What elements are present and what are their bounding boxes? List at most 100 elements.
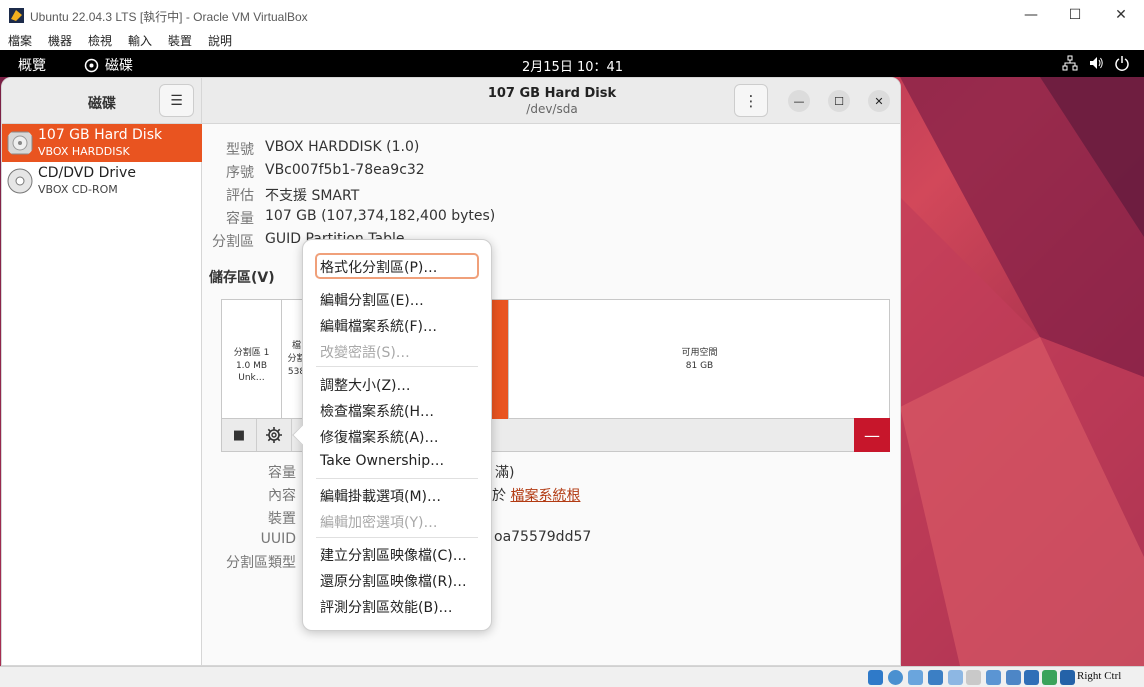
vt-x-icon[interactable]	[1024, 670, 1039, 685]
hard-disk-icon	[7, 131, 33, 155]
menu-input[interactable]: 輸入	[128, 32, 152, 49]
menu-item-restore-partition-image[interactable]: 還原分割區映像檔(R)…	[320, 571, 467, 591]
window-maximize-button[interactable]: ☐	[828, 90, 850, 112]
disks-app-icon	[84, 58, 99, 72]
drive-model: VBOX CD-ROM	[38, 183, 118, 196]
partition-1-segment[interactable]: 分割區 1 1.0 MB Unk…	[222, 300, 282, 420]
sidebar-header: 磁碟 ☰	[2, 78, 202, 124]
partition-1-name: 分割區 1	[233, 348, 270, 358]
system-tray[interactable]	[1062, 55, 1130, 71]
menu-file[interactable]: 檔案	[8, 32, 32, 49]
menu-item-format-partition[interactable]: 格式化分割區(P)…	[320, 257, 437, 277]
menu-devices[interactable]: 裝置	[168, 32, 192, 49]
drive-options-button[interactable]: ⋮	[734, 84, 768, 117]
stop-icon: ■	[232, 427, 246, 443]
menu-item-take-ownership[interactable]: Take Ownership…	[320, 453, 444, 469]
app-menu[interactable]: 磁碟	[84, 55, 133, 75]
menu-view[interactable]: 檢視	[88, 32, 112, 49]
model-label: 型號	[226, 142, 254, 158]
unmount-button[interactable]: ■	[222, 419, 257, 451]
volume-uuid-value: oa75579dd57	[494, 529, 592, 545]
drive-list: 107 GB Hard Disk VBOX HARDDISK CD/DVD Dr…	[2, 124, 202, 665]
menu-item-edit-filesystem[interactable]: 編輯檔案系統(F)…	[320, 316, 437, 336]
maximize-button[interactable]: ☐	[1060, 4, 1090, 26]
free-space-size: 81 GB	[685, 361, 714, 371]
volume-contents-label: 內容	[268, 488, 296, 504]
free-space-segment[interactable]: 可用空間 81 GB	[509, 300, 890, 420]
host-key-label: Right Ctrl	[1077, 670, 1122, 682]
power-icon	[1115, 56, 1129, 71]
serial-value: VBc007f5b1-78ea9c32	[265, 162, 425, 178]
menu-separator	[316, 366, 478, 367]
menu-item-change-passphrase[interactable]: 改變密語(S)…	[320, 342, 410, 362]
partitioning-label: 分割區	[212, 234, 254, 250]
window-minimize-button[interactable]: —	[788, 90, 810, 112]
model-value: VBOX HARDDISK (1.0)	[265, 139, 420, 155]
shared-folders-icon[interactable]	[966, 670, 981, 685]
optical-disc-icon	[7, 168, 33, 194]
menu-item-benchmark-partition[interactable]: 評測分割區效能(B)…	[320, 597, 453, 617]
volume-uuid-label: UUID	[260, 531, 296, 547]
kebab-menu-icon: ⋮	[743, 91, 759, 110]
drive-item-hard-disk[interactable]: 107 GB Hard Disk VBOX HARDDISK	[2, 124, 202, 162]
volumes-heading: 儲存區(V)	[209, 270, 275, 286]
optical-drive-icon[interactable]	[888, 670, 903, 685]
hard-disk-activity-icon[interactable]	[868, 670, 883, 685]
vbox-status-bar: Right Ctrl	[0, 666, 1144, 687]
partition-1-size: 1.0 MB Unk…	[235, 361, 268, 383]
close-button[interactable]: ✕	[1106, 4, 1136, 26]
drive-name: CD/DVD Drive	[38, 165, 136, 181]
partition-options-button[interactable]	[257, 419, 292, 451]
partition-type-label: 分割區類型	[226, 555, 296, 571]
free-space-label: 可用空間	[681, 348, 718, 358]
size-label: 容量	[226, 211, 254, 227]
menu-item-edit-encryption-options[interactable]: 編輯加密選項(Y)…	[320, 512, 437, 532]
network-icon	[1062, 55, 1078, 71]
menu-item-edit-partition[interactable]: 編輯分割區(E)…	[320, 290, 424, 310]
display-icon[interactable]	[986, 670, 1001, 685]
volume-contents-value: 於 檔案系統根	[492, 485, 580, 505]
activities-button[interactable]: 概覽	[18, 55, 46, 75]
network-adapter-icon[interactable]	[928, 670, 943, 685]
recording-icon[interactable]	[1006, 670, 1021, 685]
volume-device-label: 裝置	[268, 511, 296, 527]
serial-label: 序號	[226, 165, 254, 181]
audio-icon[interactable]	[908, 670, 923, 685]
assessment-value: 不支援 SMART	[265, 188, 360, 204]
window-title: Ubuntu 22.04.3 LTS [執行中] - Oracle VM Vir…	[30, 10, 308, 24]
size-value: 107 GB (107,374,182,400 bytes)	[265, 208, 496, 224]
menu-machine[interactable]: 機器	[48, 32, 72, 49]
gear-icon	[266, 427, 282, 443]
main-header: 107 GB Hard Disk /dev/sda ⋮ — ☐ ✕	[202, 78, 900, 124]
menu-separator	[316, 537, 478, 538]
keyboard-capture-icon[interactable]	[1060, 670, 1075, 685]
virtualbox-icon	[9, 8, 24, 23]
minimize-button[interactable]: —	[1016, 4, 1046, 26]
menu-item-edit-mount-options[interactable]: 編輯掛載選項(M)…	[320, 486, 441, 506]
partition-context-menu: 格式化分割區(P)… 編輯分割區(E)… 編輯檔案系統(F)… 改變密語(S)……	[292, 239, 492, 631]
hamburger-menu-button[interactable]: ☰	[159, 84, 194, 117]
minus-icon: —	[864, 425, 880, 445]
filesystem-root-link[interactable]: 檔案系統根	[510, 488, 580, 504]
menu-separator	[316, 478, 478, 479]
menu-item-create-partition-image[interactable]: 建立分割區映像檔(C)…	[320, 545, 467, 565]
window-close-button[interactable]: ✕	[868, 90, 890, 112]
vbox-titlebar: Ubuntu 22.04.3 LTS [執行中] - Oracle VM Vir…	[0, 0, 1144, 30]
menu-item-repair-filesystem[interactable]: 修復檔案系統(A)…	[320, 427, 439, 447]
menu-help[interactable]: 說明	[208, 32, 232, 49]
drive-item-cd-dvd[interactable]: CD/DVD Drive VBOX CD-ROM	[2, 162, 202, 200]
app-name: 磁碟	[105, 58, 133, 74]
volume-icon	[1090, 57, 1103, 69]
drive-name: 107 GB Hard Disk	[38, 127, 163, 143]
drive-model: VBOX HARDDISK	[38, 145, 130, 158]
mouse-integration-icon[interactable]	[1042, 670, 1057, 685]
menu-item-check-filesystem[interactable]: 檢查檔案系統(H…	[320, 401, 434, 421]
usb-icon[interactable]	[948, 670, 963, 685]
menu-item-resize[interactable]: 調整大小(Z)…	[320, 375, 411, 395]
assessment-label: 評估	[226, 188, 254, 204]
volume-size-label: 容量	[268, 465, 296, 481]
clock[interactable]: 2月15日 10：41	[522, 56, 623, 75]
contents-prefix: 於	[492, 488, 511, 504]
delete-partition-button[interactable]: —	[854, 418, 890, 452]
volume-size-value: 滿)	[495, 465, 515, 481]
